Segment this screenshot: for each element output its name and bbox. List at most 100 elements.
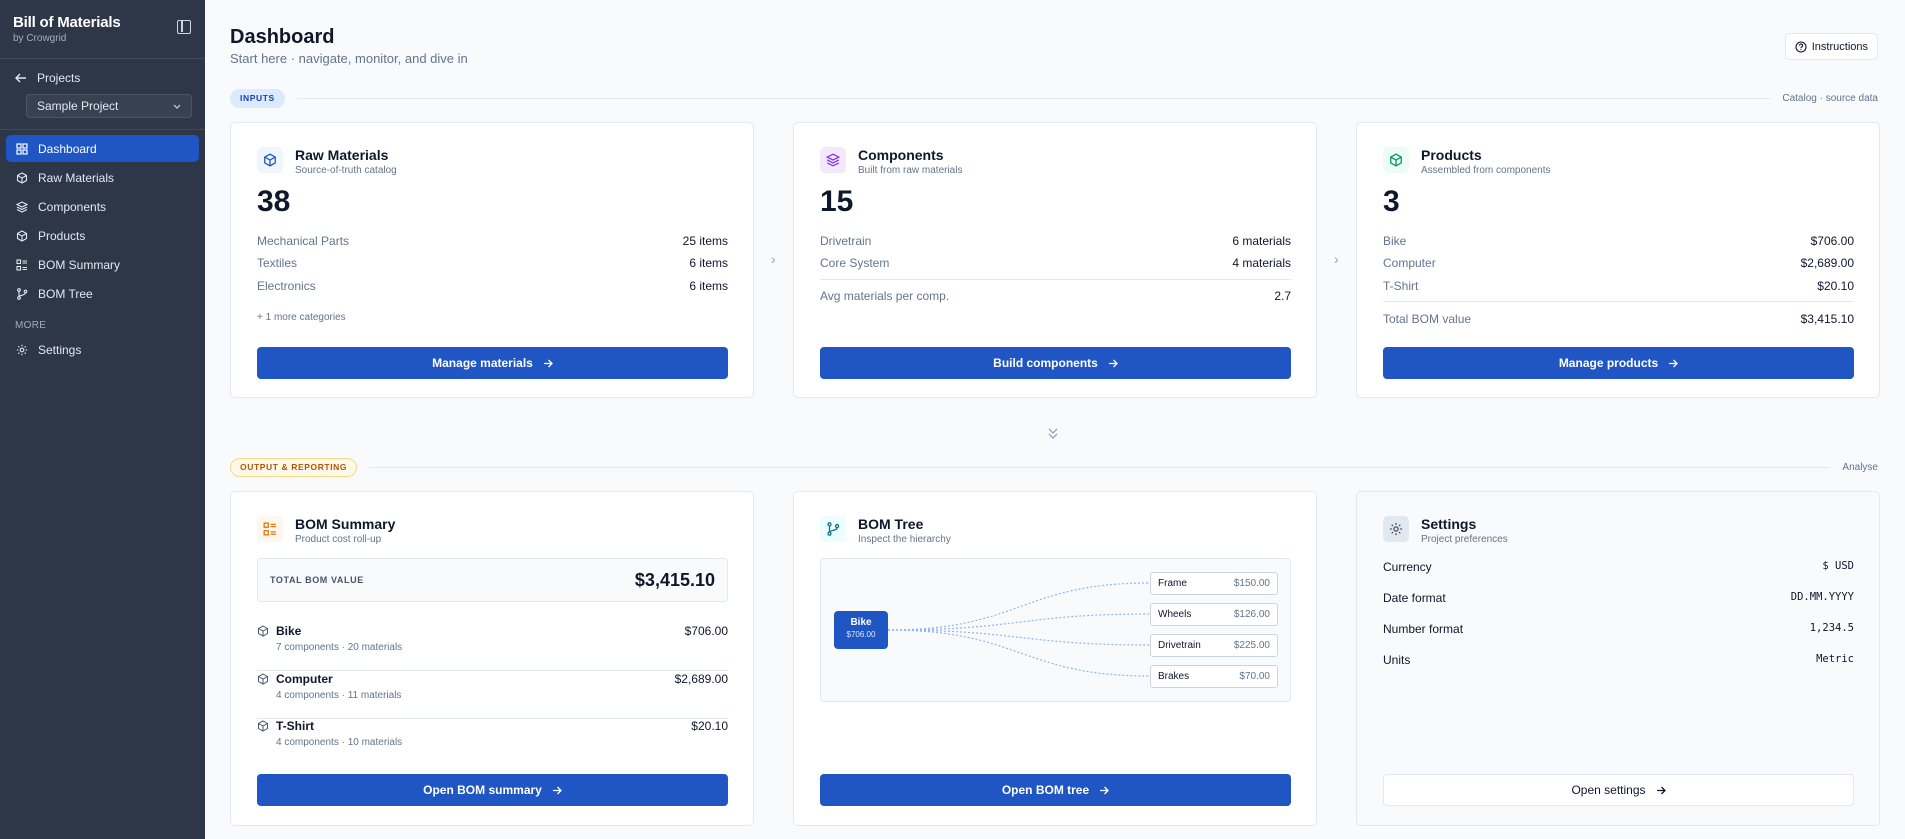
box-icon	[257, 147, 283, 173]
output-section-header: OUTPUT & REPORTING Analyse	[230, 457, 1878, 477]
settings-card: Settings Project preferences Currency $ U…	[1356, 491, 1880, 826]
sidebar-item-label: Settings	[38, 342, 82, 357]
package-icon	[16, 229, 28, 242]
layers-icon	[16, 200, 28, 213]
sidebar-item-label: Products	[38, 228, 86, 243]
divider	[820, 279, 1291, 280]
bom-product-row[interactable]: T-Shirt 4 components · 10 materials $20.…	[257, 719, 728, 765]
category-name: Electronics	[257, 279, 316, 293]
tree-leaf-node[interactable]: Brakes $70.00	[1150, 665, 1278, 688]
card-header: BOM Tree Inspect the hierarchy	[820, 516, 951, 545]
category-name: Textiles	[257, 256, 298, 270]
button-label: Open settings	[1571, 783, 1646, 797]
sidebar-section-more: MORE	[15, 320, 47, 331]
category-row: Textiles 6 items	[257, 256, 728, 270]
box-icon	[258, 673, 268, 685]
brand: Bill of Materials by Crowgrid	[0, 0, 205, 59]
component-name: Drivetrain	[820, 234, 872, 248]
product-name: Bike	[257, 624, 301, 638]
card-subtitle: Built from raw materials	[858, 165, 963, 176]
components-count: 15	[820, 185, 854, 218]
tree-leaf-node[interactable]: Wheels $126.00	[1150, 603, 1278, 626]
setting-value: DD.MM.YYYY	[1790, 591, 1854, 603]
bom-tree-preview[interactable]: Bike $706.00 Frame $150.00 Wheels $126.00 …	[820, 558, 1291, 702]
brand-title: Bill of Materials	[13, 14, 121, 31]
sidebar-item-bom-tree[interactable]: BOM Tree	[6, 280, 199, 307]
arrow-right-icon	[1669, 359, 1679, 367]
product-row: T-Shirt $20.10	[1383, 279, 1854, 293]
product-name-text: Computer	[276, 672, 333, 686]
product-price: $706.00	[684, 624, 728, 638]
section-divider	[369, 466, 1831, 468]
manage-products-button[interactable]: Manage products	[1383, 347, 1854, 379]
open-settings-button[interactable]: Open settings	[1383, 774, 1854, 806]
sidebar: Bill of Materials by Crowgrid Projects S…	[0, 0, 205, 839]
product-meta: 7 components · 20 materials	[276, 642, 403, 653]
page-title: Dashboard	[230, 26, 335, 48]
gear-icon	[1383, 516, 1409, 542]
project-select[interactable]: Sample Project	[26, 94, 192, 118]
bom-product-row[interactable]: Computer 4 components · 11 materials $2,…	[257, 672, 728, 719]
setting-row-units: Units Metric	[1383, 653, 1854, 667]
setting-value: Metric	[1816, 653, 1854, 665]
sidebar-toggle-icon[interactable]	[177, 20, 191, 34]
inputs-section-note: Catalog · source data	[1782, 92, 1878, 104]
output-section-note: Analyse	[1842, 461, 1878, 473]
button-label: Open BOM tree	[1001, 783, 1090, 797]
build-components-button[interactable]: Build components	[820, 347, 1291, 379]
tree-root-node[interactable]: Bike $706.00	[834, 611, 888, 649]
root-name: Bike	[850, 617, 872, 628]
card-title: Components	[858, 147, 944, 163]
arrow-right-icon	[1656, 786, 1666, 794]
card-title: Products	[1421, 147, 1482, 163]
open-bom-summary-button[interactable]: Open BOM summary	[257, 774, 728, 806]
card-title: BOM Summary	[295, 516, 396, 532]
leaf-price: $150.00	[1233, 578, 1270, 589]
sidebar-item-settings[interactable]: Settings	[6, 336, 199, 363]
setting-name: Number format	[1383, 622, 1464, 636]
card-subtitle: Inspect the hierarchy	[858, 534, 951, 545]
category-count: 25 items	[682, 234, 728, 248]
more-categories-link[interactable]: + 1 more categories	[257, 312, 346, 323]
manage-materials-button[interactable]: Manage materials	[257, 347, 728, 379]
sidebar-item-label: Raw Materials	[38, 170, 115, 185]
card-title: Settings	[1421, 516, 1477, 532]
projects-back-link[interactable]: Projects	[0, 69, 205, 87]
setting-row-number-format: Number format 1,234.5	[1383, 622, 1854, 636]
card-header: Components Built from raw materials	[820, 147, 962, 176]
card-subtitle: Assembled from components	[1421, 165, 1551, 176]
bom-tree-card: BOM Tree Inspect the hierarchy Bike $706…	[793, 491, 1317, 826]
product-name-text: Bike	[276, 624, 302, 638]
card-title: BOM Tree	[858, 516, 924, 532]
leaf-price: $225.00	[1233, 640, 1270, 651]
project-selected-value: Sample Project	[37, 99, 119, 113]
open-bom-tree-button[interactable]: Open BOM tree	[820, 774, 1291, 806]
sidebar-item-label: Components	[38, 199, 107, 214]
setting-value: 1,234.5	[1809, 622, 1854, 634]
product-name: Computer	[1383, 256, 1436, 270]
tree-leaf-node[interactable]: Drivetrain $225.00	[1150, 634, 1278, 657]
product-name: T-Shirt	[1383, 279, 1419, 293]
list-icon	[257, 516, 283, 542]
tree-leaf-node[interactable]: Frame $150.00	[1150, 572, 1278, 595]
instructions-button[interactable]: Instructions	[1784, 33, 1878, 60]
sidebar-item-products[interactable]: Products	[6, 222, 199, 249]
category-count: 6 items	[689, 256, 728, 270]
leaf-price: $70.00	[1239, 671, 1270, 682]
raw-materials-card: Raw Materials Source-of-truth catalog 38…	[230, 122, 754, 398]
sidebar-item-components[interactable]: Components	[6, 193, 199, 220]
sidebar-item-bom-summary[interactable]: BOM Summary	[6, 251, 199, 278]
inputs-pill: INPUTS	[230, 88, 285, 108]
total-bom-row: Total BOM value $3,415.10	[1383, 312, 1854, 326]
sidebar-item-dashboard[interactable]: Dashboard	[6, 135, 199, 162]
product-price: $20.10	[691, 719, 728, 733]
bom-product-row[interactable]: Bike 7 components · 20 materials $706.00	[257, 624, 728, 671]
button-label: Manage materials	[432, 356, 533, 370]
total-bom-value-box: TOTAL BOM VALUE $3,415.10	[257, 558, 728, 602]
component-name: Core System	[820, 256, 890, 270]
avg-value: 2.7	[1274, 289, 1291, 303]
category-row: Electronics 6 items	[257, 279, 728, 293]
arrow-right-icon	[1108, 359, 1118, 367]
sidebar-item-raw-materials[interactable]: Raw Materials	[6, 164, 199, 191]
layers-icon	[820, 147, 846, 173]
